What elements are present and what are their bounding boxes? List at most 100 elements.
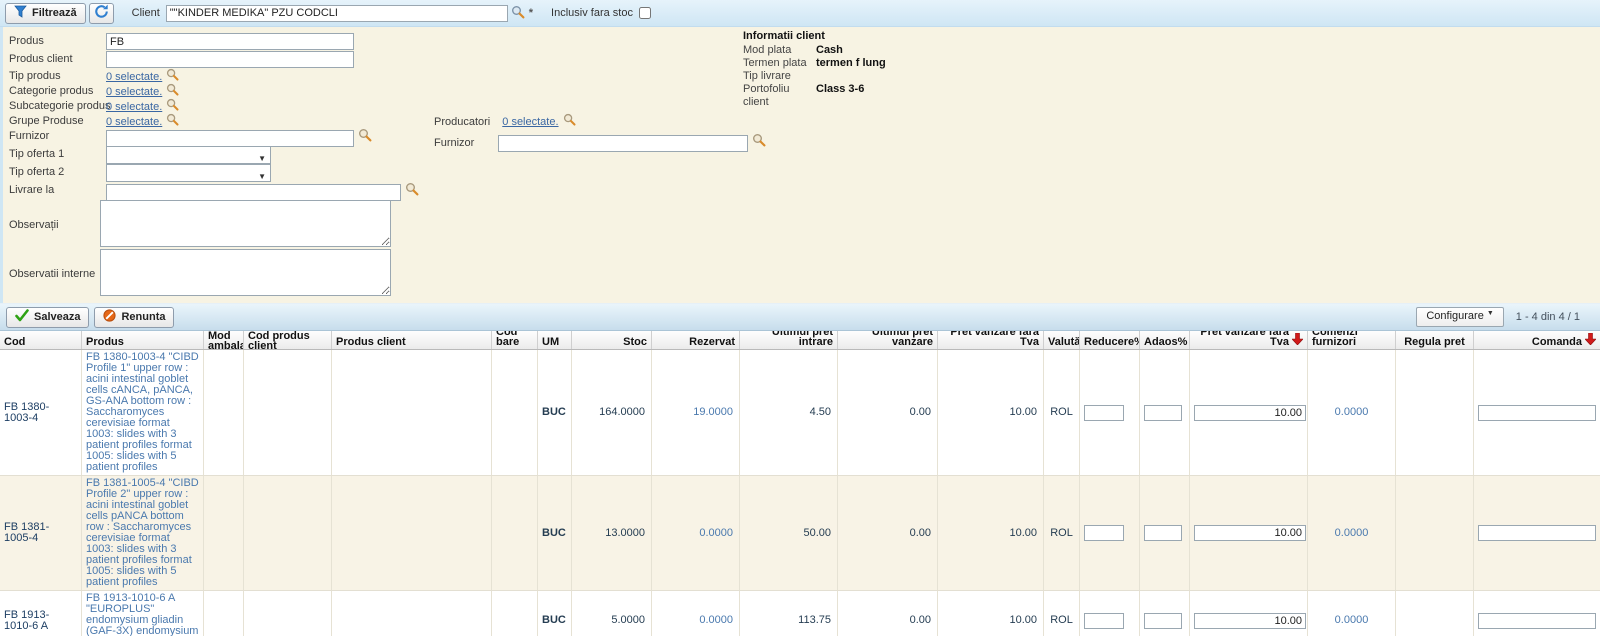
produs-link[interactable]: FB 1380-1003-4 "CIBD Profile 1" upper ro… — [86, 352, 199, 473]
refresh-button[interactable] — [89, 3, 114, 24]
col-header-reducere[interactable]: Reducere% — [1080, 331, 1140, 349]
reducere-input[interactable] — [1084, 525, 1124, 541]
furnizor-search-icon[interactable] — [358, 128, 372, 148]
col-header-adaos[interactable]: Adaos% — [1140, 331, 1190, 349]
livrare-la-search-icon[interactable] — [405, 182, 419, 202]
furnizor-input[interactable] — [106, 130, 354, 147]
grid-header: Cod Produs Mod ambalare Cod produs clien… — [0, 331, 1600, 350]
reducere-input[interactable] — [1084, 613, 1124, 629]
observatii-textarea[interactable] — [100, 200, 391, 247]
adaos-input[interactable] — [1144, 405, 1182, 421]
cell-cod-produs-client — [244, 591, 332, 636]
col-header-um[interactable]: UM — [538, 331, 572, 349]
cell-pret-vanzare-input — [1190, 350, 1308, 475]
cell-um: BUC — [538, 350, 572, 475]
cell-cod: FB 1913-1010-6 A — [0, 591, 82, 636]
cell-mod-ambalare — [204, 476, 244, 590]
save-button-label: Salveaza — [34, 311, 80, 323]
col-header-cod-bare[interactable]: Cod bare — [492, 331, 538, 349]
top-filter-bar: Filtrează Client * Inclusiv fara stoc — [0, 0, 1600, 27]
check-icon — [15, 309, 29, 325]
cell-stoc: 5.0000 — [572, 591, 652, 636]
client-info-row: Mod plata Cash — [743, 44, 1073, 57]
client-info-row: Termen plata termen f lung — [743, 57, 1073, 70]
produs-label: Produs — [9, 35, 44, 47]
adaos-input[interactable] — [1144, 613, 1182, 629]
filter-button[interactable]: Filtrează — [5, 3, 86, 24]
pret-vanzare-input[interactable] — [1194, 613, 1306, 629]
produs-input[interactable] — [106, 33, 354, 50]
produs-link[interactable]: FB 1381-1005-4 "CIBD Profile 2" upper ro… — [86, 478, 199, 588]
col-header-stoc[interactable]: Stoc — [572, 331, 652, 349]
col-header-cod-produs-client[interactable]: Cod produs client — [244, 331, 332, 349]
cancel-button-label: Renunta — [121, 311, 165, 323]
portofoliu-client-value: Class 3-6 — [816, 83, 864, 109]
cell-cod-produs-client — [244, 476, 332, 590]
cancel-icon — [103, 309, 116, 325]
cell-mod-ambalare — [204, 591, 244, 636]
col-header-mod-ambalare[interactable]: Mod ambalare — [204, 331, 244, 349]
cancel-button[interactable]: Renunta — [94, 307, 174, 328]
produs-link[interactable]: FB 1913-1010-6 A "EUROPLUS" endomysium g… — [86, 593, 199, 636]
pret-vanzare-input[interactable] — [1194, 525, 1306, 541]
adaos-input[interactable] — [1144, 525, 1182, 541]
table-row: FB 1380-1003-4 FB 1380-1003-4 "CIBD Prof… — [0, 350, 1600, 476]
livrare-la-input[interactable] — [106, 184, 401, 201]
col-header-valuta[interactable]: Valută — [1044, 331, 1080, 349]
cell-valuta: ROL — [1044, 476, 1080, 590]
cell-rezervat: 0.0000 — [652, 476, 740, 590]
col-header-ultimul-pret-intrare[interactable]: Ultimul pret intrare — [740, 331, 838, 349]
client-input[interactable] — [166, 5, 508, 22]
comanda-input[interactable] — [1478, 525, 1596, 541]
client-search-icon[interactable] — [511, 5, 525, 22]
termen-plata-label: Termen plata — [743, 57, 816, 70]
fill-down-icon[interactable] — [1585, 333, 1596, 348]
cell-ultimul-pret-vanzare: 0.00 — [838, 476, 938, 590]
produs-client-label: Produs client — [9, 53, 73, 65]
cell-pret-vanzare-input — [1190, 591, 1308, 636]
col-header-ultimul-pret-vanzare[interactable]: Ultimul pret vanzare — [838, 331, 938, 349]
col-header-comenzi-furnizori[interactable]: Comenzi furnizori — [1308, 331, 1396, 349]
tip-oferta-2-select[interactable]: ▼ — [106, 164, 271, 182]
pret-vanzare-input[interactable] — [1194, 405, 1306, 421]
col-header-rezervat[interactable]: Rezervat — [652, 331, 740, 349]
furnizor-label: Furnizor — [9, 130, 49, 142]
col-header-produs-client[interactable]: Produs client — [332, 331, 492, 349]
tip-oferta-1-label: Tip oferta 1 — [9, 148, 64, 160]
col-header-produs[interactable]: Produs — [82, 331, 204, 349]
comanda-input[interactable] — [1478, 613, 1596, 629]
tip-oferta-1-select[interactable]: ▼ — [106, 146, 271, 164]
pagination-info: 1 - 4 din 4 / 1 — [1516, 311, 1580, 323]
cell-pret-vanzare-fara-tva: 10.00 — [938, 350, 1044, 475]
comanda-input[interactable] — [1478, 405, 1596, 421]
col-header-cod[interactable]: Cod — [0, 331, 82, 349]
cell-rezervat: 19.0000 — [652, 350, 740, 475]
col-header-comanda[interactable]: Comanda — [1474, 331, 1600, 349]
col-header-pret-vanzare-editabil[interactable]: Pret vanzare fara Tva — [1190, 331, 1308, 349]
reducere-input[interactable] — [1084, 405, 1124, 421]
cell-stoc: 164.0000 — [572, 350, 652, 475]
client-info-row: Portofoliu client Class 3-6 — [743, 83, 1073, 109]
fill-down-icon[interactable] — [1292, 333, 1303, 348]
cell-pret-vanzare-fara-tva: 10.00 — [938, 476, 1044, 590]
cell-ultimul-pret-intrare: 4.50 — [740, 350, 838, 475]
produs-client-input[interactable] — [106, 51, 354, 68]
col-header-regula-pret[interactable]: Regula pret — [1396, 331, 1474, 349]
mod-plata-value: Cash — [816, 44, 843, 57]
cell-produs-client — [332, 591, 492, 636]
cell-regula-pret — [1396, 476, 1474, 590]
livrare-la-label: Livrare la — [9, 184, 54, 196]
client-info-title: Informatii client — [743, 30, 1073, 42]
filter-row-tip-oferta-2: Tip oferta 2 ▼ — [9, 164, 1600, 181]
configure-button[interactable]: Configurare ▼ — [1416, 307, 1503, 327]
configure-button-label: Configurare — [1426, 310, 1483, 322]
cell-cod-bare — [492, 476, 538, 590]
subcategorie-produs-label: Subcategorie produs — [9, 100, 111, 112]
table-row: FB 1381-1005-4 FB 1381-1005-4 "CIBD Prof… — [0, 476, 1600, 591]
client-info-panel: Informatii client Mod plata Cash Termen … — [743, 30, 1073, 109]
observatii-interne-textarea[interactable] — [100, 249, 391, 296]
save-button[interactable]: Salveaza — [6, 307, 89, 328]
col-header-pret-vanzare-fara-tva[interactable]: Pret vanzare fara Tva — [938, 331, 1044, 349]
categorie-produs-label: Categorie produs — [9, 85, 93, 97]
inclusiv-fara-stoc-checkbox[interactable] — [639, 7, 651, 19]
